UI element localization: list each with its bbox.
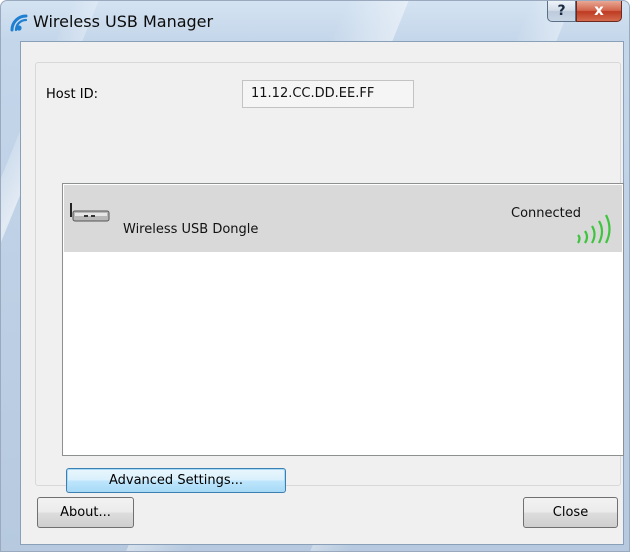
device-list[interactable]: Wireless USB Dongle Connected — [62, 183, 624, 456]
about-button[interactable]: About... — [37, 497, 134, 528]
title-bar[interactable]: Wireless USB Manager ? x — [1, 1, 629, 41]
device-status: Connected — [511, 206, 582, 221]
window-title: Wireless USB Manager — [33, 12, 214, 31]
usb-dongle-icon — [70, 203, 110, 222]
help-button[interactable]: ? — [547, 1, 576, 22]
dialog-body: Host ID: 11.12.CC.DD.EE.FF Wireless USB … — [20, 41, 624, 545]
signal-strength-icon — [577, 214, 611, 244]
host-id-label: Host ID: — [46, 87, 98, 102]
close-icon: x — [594, 1, 604, 19]
wireless-app-icon — [10, 14, 28, 32]
help-icon: ? — [557, 3, 566, 19]
device-row[interactable]: Wireless USB Dongle Connected — [64, 185, 622, 252]
advanced-settings-button[interactable]: Advanced Settings... — [66, 468, 286, 493]
app-window: Wireless USB Manager ? x Host ID: 11.12.… — [0, 0, 630, 552]
host-id-field[interactable]: 11.12.CC.DD.EE.FF — [242, 80, 414, 108]
main-panel: Host ID: 11.12.CC.DD.EE.FF Wireless USB … — [35, 62, 624, 493]
window-close-button[interactable]: x — [576, 1, 622, 22]
device-name: Wireless USB Dongle — [123, 222, 259, 237]
close-button[interactable]: Close — [523, 497, 618, 528]
